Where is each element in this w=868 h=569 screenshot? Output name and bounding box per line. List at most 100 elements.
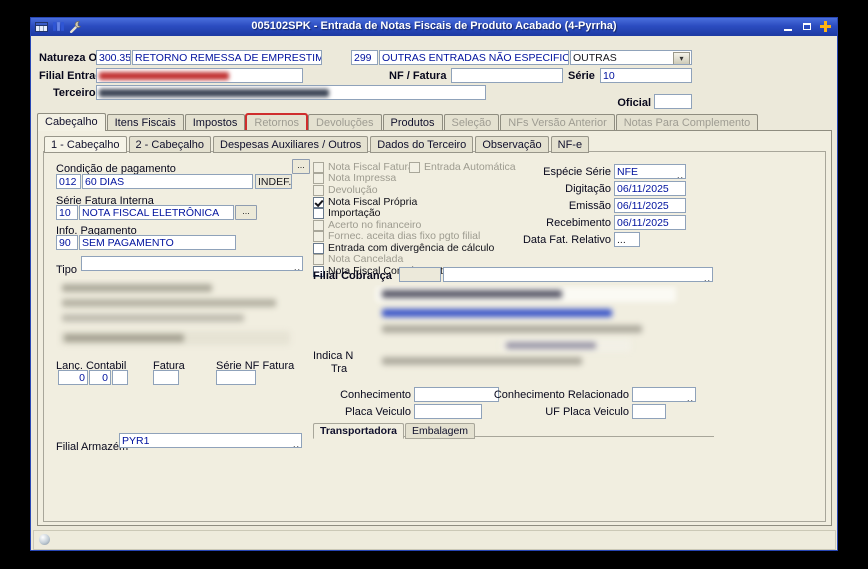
redacted-block-right [336, 285, 713, 375]
checkbox-devolucao[interactable]: Devolução [313, 184, 378, 196]
filial-entrada-field-redacted[interactable] [96, 68, 303, 83]
redacted-text [99, 72, 229, 80]
fatura-field[interactable] [153, 370, 179, 385]
checkbox-nota-cancelada[interactable]: Nota Cancelada [313, 253, 403, 265]
placa-veiculo-field[interactable] [414, 404, 482, 419]
nf-fatura-label: NF / Fatura [389, 70, 447, 82]
wrench-icon[interactable] [69, 20, 82, 33]
subtab-despesas[interactable]: Despesas Auxiliares / Outros [213, 136, 369, 153]
checkbox-label: Importação [328, 207, 381, 219]
serie-field[interactable]: 10 [600, 68, 692, 83]
recebimento-field[interactable]: 06/11/2025 [614, 215, 686, 230]
close-button[interactable] [818, 20, 833, 33]
conhecimento-relacionado-field[interactable]: .. [632, 387, 696, 402]
tab-selecao[interactable]: Seleção [443, 114, 500, 131]
natureza-desc-field[interactable]: RETORNO REMESSA DE EMPRESTIMO [132, 50, 322, 65]
cfop-desc-field[interactable]: OUTRAS ENTRADAS NÃO ESPECIFICA [379, 50, 569, 65]
tab-embalagem[interactable]: Embalagem [405, 423, 476, 439]
titlebar: 005102SPK - Entrada de Notas Fiscais de … [31, 18, 837, 36]
lanc-contabil-field-3[interactable] [112, 370, 128, 385]
filial-armazem-label: Filial Armazém [56, 441, 129, 453]
minimize-button[interactable] [780, 20, 795, 33]
filial-cobranca-desc-field[interactable]: .. [443, 267, 713, 282]
emissao-label: Emissão [568, 200, 611, 212]
app-window: 005102SPK - Entrada de Notas Fiscais de … [30, 17, 838, 551]
digitacao-field[interactable]: 06/11/2025 [614, 181, 686, 196]
checkbox-icon [313, 172, 324, 184]
categoria-combo[interactable]: OUTRAS ▾ [570, 50, 692, 65]
checkbox-icon [313, 184, 324, 196]
subtab-observacao[interactable]: Observação [475, 136, 549, 153]
serie-fatura-code-field[interactable]: 10 [56, 205, 78, 220]
checkbox-importacao[interactable]: Importação [313, 207, 381, 219]
condicao-lookup-button[interactable]: ... [292, 159, 310, 174]
orange-plus-icon [820, 21, 831, 32]
checkbox-fornec-dias-fixo[interactable]: Fornec. aceita dias fixo pgto filial [313, 230, 480, 242]
filial-cobranca-code-field[interactable] [399, 267, 441, 282]
tab-itens-fiscais[interactable]: Itens Fiscais [106, 114, 184, 131]
lookup-dots-icon[interactable]: .. [687, 394, 694, 402]
emissao-field[interactable]: 06/11/2025 [614, 198, 686, 213]
cfop-code-field[interactable]: 299 [351, 50, 378, 65]
tab-notas-para-complemento[interactable]: Notas Para Complemento [615, 114, 759, 131]
tab-impostos[interactable]: Impostos [184, 114, 246, 131]
app-window-icon [35, 20, 48, 33]
oficial-field[interactable] [654, 94, 692, 109]
especie-serie-field[interactable]: NFE .. [614, 164, 686, 179]
tab-nfs-versao-anterior[interactable]: NFs Versão Anterior [500, 114, 615, 131]
terceiro-label: Terceiro [53, 87, 96, 99]
checkbox-icon [313, 242, 324, 254]
condicao-code-field[interactable]: 012 [56, 174, 81, 189]
tab-produtos[interactable]: Produtos [382, 114, 443, 131]
sub-tab-bar: 1 - Cabeçalho 2 - Cabeçalho Despesas Auxil… [44, 135, 591, 153]
subtab-2-cabecalho[interactable]: 2 - Cabeçalho [128, 136, 211, 153]
subtab-dados-terceiro[interactable]: Dados do Terceiro [370, 136, 474, 153]
terceiro-field-redacted[interactable] [96, 85, 486, 100]
lookup-dots-icon[interactable]: .. [704, 274, 711, 282]
lookup-dots-icon[interactable]: .. [293, 440, 300, 448]
serie-fatura-desc-field[interactable]: NOTA FISCAL ELETRÔNICA [79, 205, 234, 220]
tab-devolucoes[interactable]: Devoluções [308, 114, 382, 131]
checkbox-icon [409, 161, 420, 173]
oficial-label: Oficial [617, 97, 651, 109]
serie-nf-fatura-field[interactable] [216, 370, 256, 385]
tipo-field[interactable]: .. [81, 256, 303, 271]
subtab-nfe[interactable]: NF-e [550, 136, 590, 153]
subtab-1-cabecalho[interactable]: 1 - Cabeçalho [44, 136, 127, 153]
data-fat-relativo-field[interactable]: ... [614, 232, 640, 247]
filial-cobranca-label: Filial Cobrança [313, 270, 392, 282]
lookup-dots-icon[interactable]: .. [677, 171, 684, 179]
digitacao-label: Digitação [565, 183, 611, 195]
serie-label: Série [568, 70, 595, 82]
maximize-button[interactable] [799, 20, 814, 33]
checkbox-nota-impressa[interactable]: Nota Impressa [313, 172, 396, 184]
redacted-block-left [56, 279, 302, 358]
maximize-icon [802, 23, 811, 30]
checkbox-icon [313, 253, 324, 265]
tra-label-fragment: Tra [331, 363, 348, 375]
condicao-desc-field[interactable]: 60 DIAS [82, 174, 253, 189]
info-pagamento-desc-field[interactable]: SEM PAGAMENTO [79, 235, 236, 250]
uf-placa-veiculo-field[interactable] [632, 404, 666, 419]
columns-icon[interactable] [52, 20, 65, 33]
dropdown-arrow-icon[interactable]: ▾ [673, 52, 690, 64]
lanc-contabil-field-2[interactable]: 0 [89, 370, 111, 385]
lanc-contabil-field-1[interactable]: 0 [58, 370, 88, 385]
filial-armazem-field[interactable]: PYR1 .. [119, 433, 302, 448]
nf-fatura-field[interactable] [451, 68, 563, 83]
serie-fatura-lookup-button[interactable]: ... [235, 205, 257, 220]
recebimento-label: Recebimento [546, 217, 611, 229]
info-pagamento-code-field[interactable]: 90 [56, 235, 78, 250]
redacted-text [99, 89, 329, 97]
tab-transportadora[interactable]: Transportadora [313, 423, 405, 439]
tab-retornos-highlighted[interactable]: Retornos [245, 113, 309, 132]
tab-cabecalho[interactable]: Cabeçalho [37, 113, 106, 131]
lookup-dots-icon[interactable]: .. [294, 263, 301, 271]
checkbox-label: Fornec. aceita dias fixo pgto filial [328, 230, 481, 242]
natureza-code-field[interactable]: 300.35 [96, 50, 131, 65]
especie-serie-label: Espécie Série [543, 166, 611, 178]
status-led-icon [39, 534, 50, 545]
indica-label-fragment: Indica N [313, 350, 354, 362]
checkbox-entrada-automatica[interactable]: Entrada Automática [409, 161, 516, 173]
checkbox-label: Nota Cancelada [328, 253, 404, 265]
